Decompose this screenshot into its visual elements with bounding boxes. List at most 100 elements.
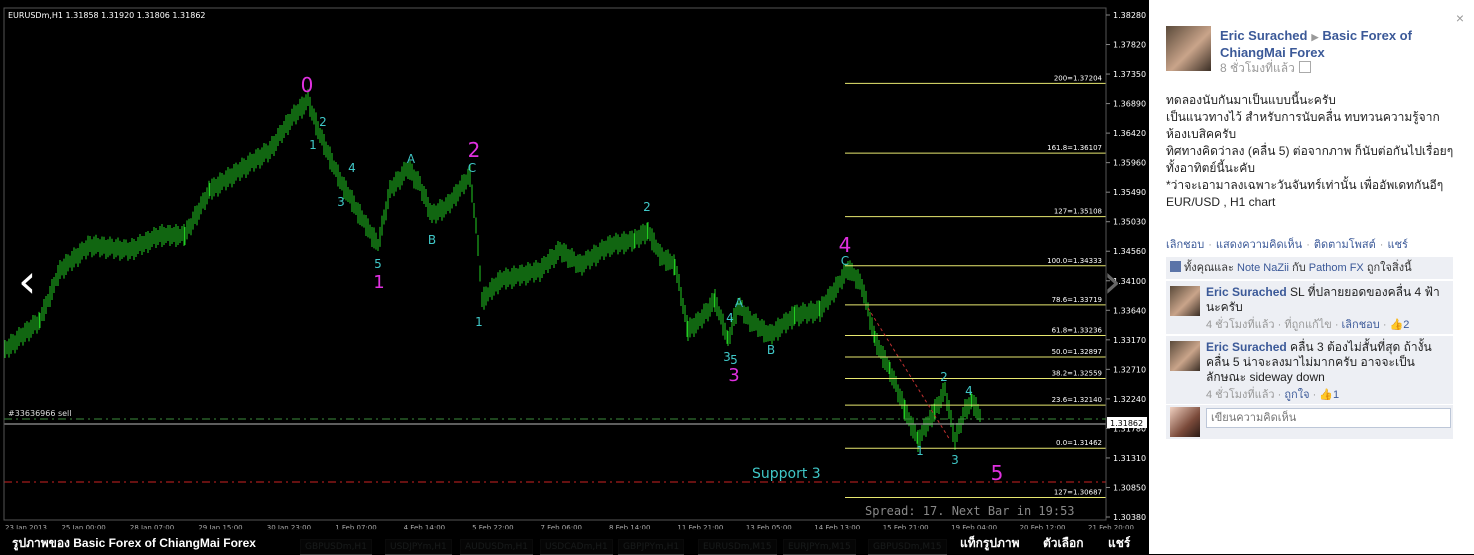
wave-label: 2	[940, 370, 948, 384]
wave-label: 0	[301, 73, 314, 97]
wave-label: 1	[309, 138, 317, 152]
likes-suffix: ถูกใจสิ่งนี้	[1366, 262, 1412, 274]
fib-label: 0.0=1.31462	[1056, 439, 1102, 447]
likes-prefix: ทั้งคุณและ	[1184, 262, 1234, 274]
triangle-right-icon: ▶	[1311, 32, 1319, 42]
price-tick-label: 1.36890	[1113, 100, 1146, 109]
wave-label: 2	[319, 115, 327, 129]
wave-label: 5	[991, 461, 1004, 485]
comment-likes[interactable]: 2	[1403, 319, 1409, 331]
avatar	[1170, 407, 1200, 437]
likes-middle: กับ	[1292, 262, 1306, 274]
forex-chart: 200=1.37204161.8=1.36107127=1.35108100.0…	[0, 0, 1148, 530]
reply-box	[1166, 405, 1453, 439]
wave-label: B	[428, 233, 436, 247]
share-link[interactable]: แชร์	[1387, 239, 1407, 251]
wave-label: 1	[373, 272, 384, 293]
post-actions: เลิกชอบ · แสดงความคิดเห็น · ติดตามโพสต์ · แชร์	[1166, 239, 1408, 251]
comment-time[interactable]: 4 ชั่วโมงที่แล้ว	[1206, 389, 1275, 401]
wave-label: 5	[374, 257, 382, 271]
spread-text: Spread: 17. Next Bar in 19:53	[865, 504, 1075, 518]
photo-caption: รูปภาพของ Basic Forex of ChiangMai Forex	[12, 536, 256, 550]
wave-label: 4	[726, 311, 734, 325]
post-author: Eric Surached ▶ Basic Forex of ChiangMai F…	[1220, 28, 1460, 61]
share-button[interactable]: แชร์	[1108, 534, 1130, 553]
current-price: 1.31862	[1110, 419, 1143, 428]
options-button[interactable]: ตัวเลือก	[1043, 534, 1083, 553]
fib-label: 127=1.35108	[1054, 208, 1102, 216]
order-label: #33636966 sell	[8, 409, 72, 418]
price-tick-label: 1.30380	[1113, 513, 1146, 522]
price-tick-label: 1.33170	[1113, 336, 1146, 345]
chevron-right-icon[interactable]: ›	[1103, 258, 1121, 304]
liker-link[interactable]: Pathom FX	[1309, 262, 1364, 274]
chevron-left-icon[interactable]: ‹	[18, 258, 36, 304]
fib-label: 23.6=1.32140	[1052, 396, 1102, 404]
price-tick-label: 1.35490	[1113, 188, 1146, 197]
comment-time[interactable]: 4 ชั่วโมงที่แล้ว	[1206, 319, 1275, 331]
follow-post-link[interactable]: ติดตามโพสต์	[1314, 239, 1376, 251]
unlike-link[interactable]: เลิกชอบ	[1342, 319, 1380, 331]
price-tick-label: 1.37820	[1113, 41, 1146, 50]
thumbs-up-icon: 👍	[1389, 319, 1404, 331]
comment-edited[interactable]: ที่ถูกแก้ไข	[1284, 319, 1331, 331]
fib-label: 200=1.37204	[1054, 74, 1103, 82]
wave-label: 4	[348, 161, 356, 175]
avatar[interactable]	[1166, 26, 1211, 71]
comment-link[interactable]: แสดงความคิดเห็น	[1216, 239, 1302, 251]
price-tick-label: 1.37350	[1113, 70, 1146, 79]
post-line: ทดลองนับกันมาเป็นแบบนี้นะครับ	[1166, 93, 1336, 107]
price-tick-label: 1.31310	[1113, 454, 1146, 463]
price-tick-label: 1.32240	[1113, 395, 1146, 404]
price-tick-label: 1.30850	[1113, 483, 1146, 492]
thumbs-up-icon: 👍	[1319, 389, 1334, 401]
comment-input[interactable]	[1206, 408, 1451, 428]
wave-label: 2	[468, 138, 481, 162]
price-tick-label: 1.35960	[1113, 159, 1146, 168]
price-tick-label: 1.36420	[1113, 129, 1146, 138]
post-sidebar: × Eric Surached ▶ Basic Forex of ChiangMai…	[1149, 0, 1474, 554]
comment-likes[interactable]: 1	[1333, 389, 1339, 401]
fib-label: 100.0=1.34333	[1047, 257, 1102, 265]
liker-link[interactable]: Note NaZii	[1237, 262, 1289, 274]
price-tick-label: 1.35030	[1113, 218, 1146, 227]
likes-summary: ทั้งคุณและ Note NaZii กับ Pathom FX ถูกใ…	[1166, 257, 1453, 279]
post-text: ทดลองนับกันมาเป็นแบบนี้นะครับ เป็นแนวทาง…	[1166, 92, 1456, 211]
like-link[interactable]: ถูกใจ	[1284, 389, 1309, 401]
post-line: เป็นแนวทางไว้ สำหรับการนับคลื่น ทบทวนควา…	[1166, 110, 1440, 141]
comment-author[interactable]: Eric Surached	[1206, 285, 1287, 299]
post-line: ทิศทางคิดว่าลง (คลื่น 5) ต่อจากภาพ ก็นับ…	[1166, 144, 1454, 175]
fib-label: 127=1.30687	[1054, 488, 1102, 496]
price-tick-label: 1.38280	[1113, 11, 1146, 20]
timestamp-link[interactable]: 8 ชั่วโมงที่แล้ว	[1220, 61, 1295, 75]
wave-label: 5	[730, 353, 738, 367]
fib-label: 61.8=1.33236	[1052, 327, 1103, 335]
fib-label: 161.8=1.36107	[1047, 144, 1102, 152]
avatar[interactable]	[1170, 341, 1200, 371]
support-label: Support 3	[752, 466, 821, 482]
avatar[interactable]	[1170, 286, 1200, 316]
post-line: *ว่าจะเอามาลงเฉพาะวันจันทร์เท่านั้น เพื่…	[1166, 178, 1444, 192]
comment-meta: 4 ชั่วโมงที่แล้ว · ถูกใจ · 👍1	[1206, 389, 1340, 401]
post-line: EUR/USD , H1 chart	[1166, 195, 1276, 209]
wave-label: 3	[728, 365, 739, 386]
wave-label: A	[407, 152, 416, 166]
wave-label: C	[468, 161, 476, 175]
author-link[interactable]: Eric Surached	[1220, 28, 1307, 43]
comment-author[interactable]: Eric Surached	[1206, 340, 1287, 354]
fib-label: 50.0=1.32897	[1052, 348, 1102, 356]
unlike-link[interactable]: เลิกชอบ	[1166, 239, 1204, 251]
wave-label: 3	[337, 195, 345, 209]
photo-viewer: 200=1.37204 161.8=1.36107 127=1.35108 100.0…	[0, 0, 1148, 555]
wave-label: 3	[951, 453, 959, 467]
comment: Eric Surached SL ที่ปลายยอดของคลื่น 4 ฟ้…	[1166, 281, 1453, 334]
fib-label: 38.2=1.32559	[1052, 370, 1102, 378]
wave-label: 4	[965, 384, 973, 398]
fib-label: 78.6=1.33719	[1052, 296, 1102, 304]
price-tick-label: 1.32710	[1113, 365, 1146, 374]
tag-photo-button[interactable]: แท็กรูปภาพ	[960, 534, 1020, 553]
viewer-bottom-bar: รูปภาพของ Basic Forex of ChiangMai Forex…	[0, 529, 1148, 554]
close-icon[interactable]: ×	[1456, 10, 1464, 26]
chart-header: EURUSDm,H1 1.31858 1.31920 1.31806 1.318…	[8, 11, 206, 20]
privacy-icon[interactable]	[1298, 61, 1311, 73]
